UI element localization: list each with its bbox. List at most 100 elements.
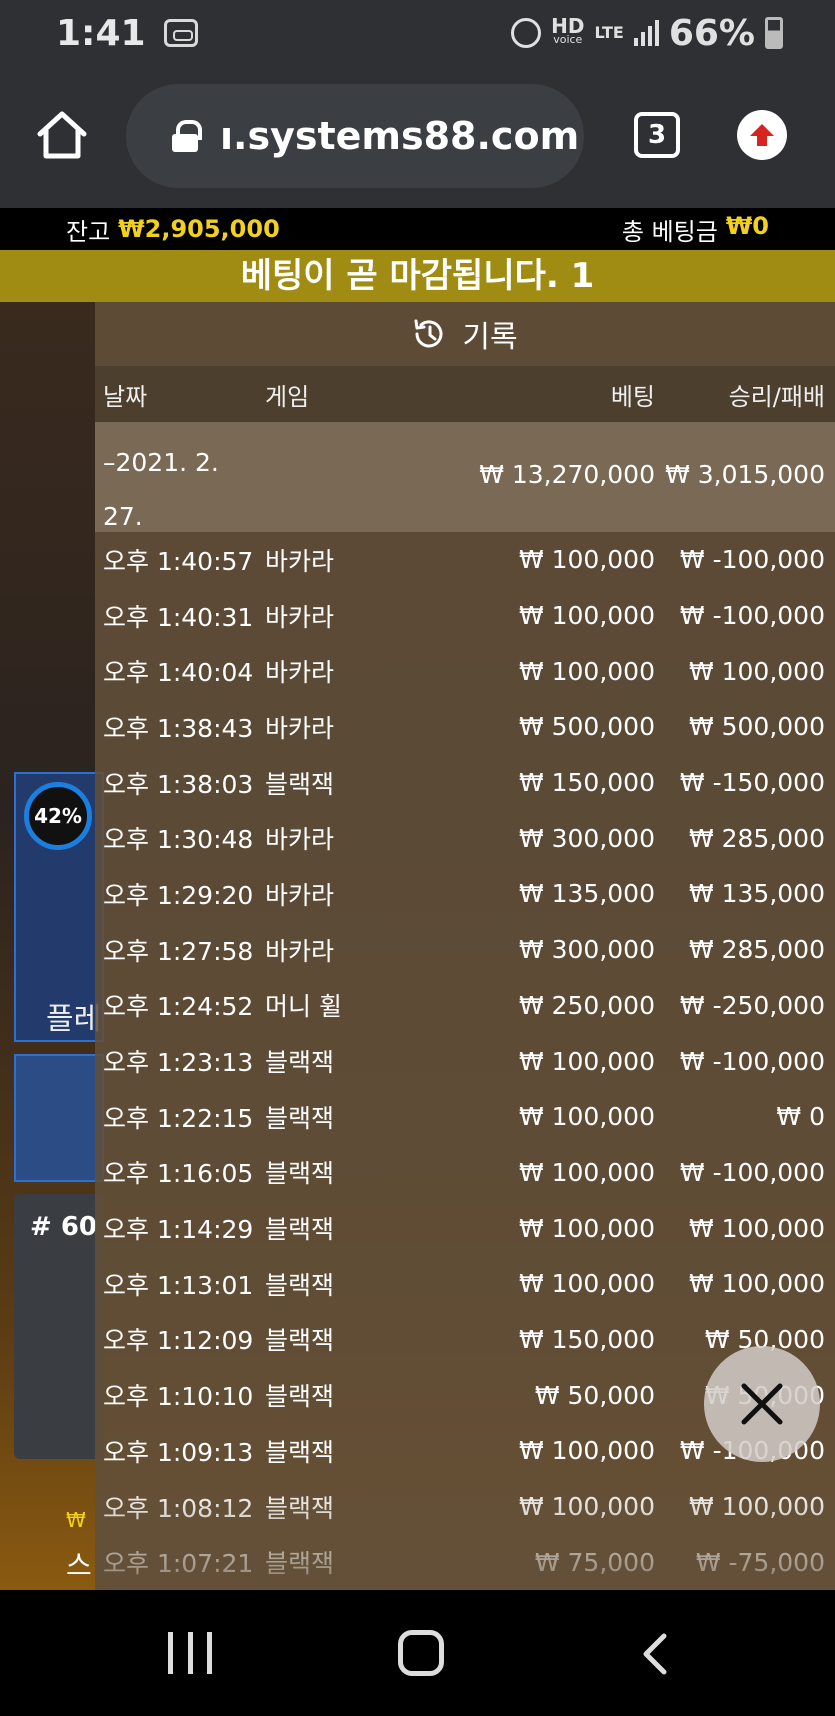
back-button[interactable] (640, 1632, 670, 1676)
table-row[interactable]: 오후 1:23:13 블랙잭 ₩ 100,000 ₩ -100,000 (95, 1033, 835, 1089)
status-bar: 1:41 HD voice LTE 66% (0, 0, 835, 66)
game-card-label: 플레 (46, 1002, 102, 1037)
row-time: 오후 1:40:31 (103, 602, 254, 632)
history-title-text: 기록 (462, 320, 518, 355)
tab-count: 3 (647, 120, 667, 150)
row-time: 오후 1:22:15 (103, 1103, 254, 1133)
table-row[interactable]: 오후 1:40:31 바카라 ₩ 100,000 ₩ -100,000 (95, 588, 835, 644)
battery-icon (765, 17, 783, 49)
row-bet: ₩ 100,000 (518, 1492, 655, 1522)
table-row[interactable]: 오후 1:24:52 머니 휠 ₩ 250,000 ₩ -250,000 (95, 978, 835, 1034)
row-time: 오후 1:29:20 (103, 880, 254, 910)
table-row[interactable]: 오후 1:22:15 블랙잭 ₩ 100,000 ₩ 0 (95, 1089, 835, 1145)
history-table-header: 날짜 게임 베팅 승리/패배 (95, 366, 835, 422)
row-result: ₩ -100,000 (679, 601, 825, 631)
row-result: ₩ 100,000 (688, 656, 825, 686)
hd-voice-icon: HD voice (551, 14, 585, 46)
row-game: 블랙잭 (265, 1103, 335, 1133)
table-row[interactable]: 오후 1:27:58 바카라 ₩ 300,000 ₩ 285,000 (95, 922, 835, 978)
summary-bet: ₩ 13,270,000 (479, 460, 655, 489)
row-game: 바카라 (265, 880, 335, 910)
table-row[interactable]: 오후 1:16:05 블랙잭 ₩ 100,000 ₩ -100,000 (95, 1145, 835, 1201)
row-bet: ₩ 100,000 (518, 601, 655, 631)
row-result: ₩ 100,000 (688, 1492, 825, 1522)
table-row[interactable]: 오후 1:13:01 블랙잭 ₩ 100,000 ₩ 100,000 (95, 1256, 835, 1312)
row-time: 오후 1:12:09 (103, 1326, 254, 1356)
row-game: 블랙잭 (265, 1437, 335, 1467)
row-game: 블랙잭 (265, 1270, 335, 1300)
table-row[interactable]: 오후 1:40:04 바카라 ₩ 100,000 ₩ 100,000 (95, 643, 835, 699)
recent-apps-button[interactable] (168, 1632, 212, 1674)
row-result: ₩ 0 (776, 1102, 825, 1132)
table-number: # 60 (30, 1212, 98, 1242)
game-card-button[interactable] (14, 1054, 104, 1182)
arrow-up-icon (750, 124, 774, 146)
balance-value: ₩2,905,000 (118, 215, 280, 243)
table-row[interactable]: 오후 1:14:29 블랙잭 ₩ 100,000 ₩ 100,000 (95, 1200, 835, 1256)
table-row[interactable]: 오후 1:38:03 블랙잭 ₩ 150,000 ₩ -150,000 (95, 755, 835, 811)
status-time: 1:41 (56, 12, 146, 54)
voicemail-icon (163, 19, 198, 47)
row-game: 블랙잭 (265, 1549, 335, 1579)
update-button[interactable] (737, 110, 787, 160)
row-result: ₩ -100,000 (679, 1157, 825, 1187)
table-row[interactable]: 오후 1:30:48 바카라 ₩ 300,000 ₩ 285,000 (95, 810, 835, 866)
row-time: 오후 1:24:52 (103, 992, 254, 1022)
row-bet: ₩ 100,000 (518, 1102, 655, 1132)
row-game: 블랙잭 (265, 1326, 335, 1356)
row-game: 블랙잭 (265, 1382, 335, 1412)
signal-icon (633, 20, 659, 46)
row-result: ₩ 100,000 (688, 1269, 825, 1299)
row-bet: ₩ 75,000 (534, 1547, 655, 1577)
row-bet: ₩ 250,000 (518, 990, 655, 1020)
table-row[interactable]: 오후 1:40:57 바카라 ₩ 100,000 ₩ -100,000 (95, 532, 835, 588)
row-game: 블랙잭 (265, 1159, 335, 1189)
row-time: 오후 1:30:48 (103, 825, 254, 855)
row-bet: ₩ 150,000 (518, 1324, 655, 1354)
row-result: ₩ 285,000 (688, 823, 825, 853)
row-bet: ₩ 100,000 (518, 1157, 655, 1187)
table-row[interactable]: 오후 1:08:12 블랙잭 ₩ 100,000 ₩ 100,000 (95, 1479, 835, 1535)
betting-closing-notice: 베팅이 곧 마감됩니다. 1 (0, 250, 835, 302)
summary-win-loss: ₩ 3,015,000 (665, 460, 825, 489)
row-game: 바카라 (265, 546, 335, 576)
row-bet: ₩ 135,000 (518, 879, 655, 909)
table-row[interactable]: 오후 1:38:43 바카라 ₩ 500,000 ₩ 500,000 (95, 699, 835, 755)
total-bet: 총 베팅금 ₩0 (622, 212, 769, 247)
table-row[interactable]: 오후 1:29:20 바카라 ₩ 135,000 ₩ 135,000 (95, 866, 835, 922)
close-icon (741, 1383, 783, 1425)
row-time: 오후 1:16:05 (103, 1159, 254, 1189)
row-bet: ₩ 300,000 (518, 935, 655, 965)
row-time: 오후 1:09:13 (103, 1437, 254, 1467)
row-game: 블랙잭 (265, 1493, 335, 1523)
percent-badge: 42% (24, 782, 92, 850)
summary-date: –2021. 2. 27. (103, 448, 219, 531)
close-button[interactable] (704, 1346, 820, 1462)
balance-bar: 잔고 ₩2,905,000 총 베팅금 ₩0 (0, 208, 835, 250)
balance-label: 잔고 (66, 217, 111, 246)
row-time: 오후 1:10:10 (103, 1382, 254, 1412)
total-bet-value: ₩0 (725, 211, 769, 240)
header-win-loss: 승리/패배 (728, 382, 825, 411)
row-bet: ₩ 100,000 (518, 545, 655, 575)
row-time: 오후 1:38:43 (103, 713, 254, 743)
row-bet: ₩ 100,000 (518, 1213, 655, 1243)
row-game: 바카라 (265, 602, 335, 632)
row-time: 오후 1:07:21 (103, 1549, 254, 1579)
home-button[interactable] (36, 110, 88, 160)
home-nav-button[interactable] (398, 1630, 444, 1676)
lock-icon (172, 120, 202, 152)
row-result: ₩ -100,000 (679, 545, 825, 575)
row-bet: ₩ 100,000 (518, 1436, 655, 1466)
tabs-button[interactable]: 3 (634, 112, 680, 158)
lte-icon: LTE (594, 23, 624, 42)
row-result: ₩ 135,000 (688, 879, 825, 909)
table-row[interactable]: 오후 1:07:21 블랙잭 ₩ 75,000 ₩ -75,000 (95, 1534, 835, 1590)
row-bet: ₩ 100,000 (518, 1269, 655, 1299)
row-time: 오후 1:40:57 (103, 546, 254, 576)
row-time: 오후 1:14:29 (103, 1215, 254, 1245)
row-bet: ₩ 100,000 (518, 656, 655, 686)
lobby-label: 스 (66, 1549, 92, 1582)
address-bar[interactable]: ı.systems88.com (126, 84, 584, 188)
summary-row[interactable]: –2021. 2. 27. ₩ 13,270,000 ₩ 3,015,000 (95, 422, 835, 532)
